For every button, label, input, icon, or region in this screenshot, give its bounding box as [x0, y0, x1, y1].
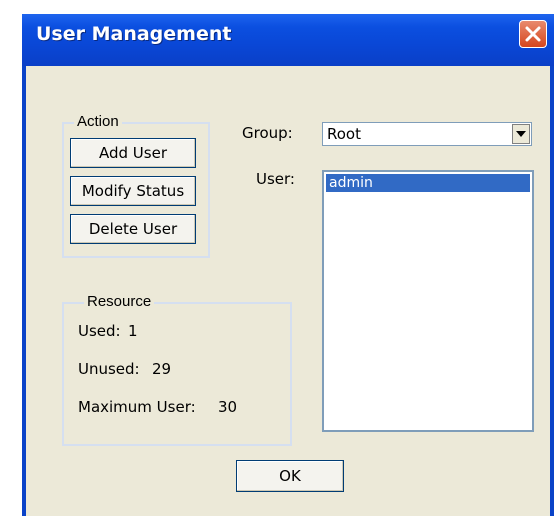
action-groupbox: Action Add User Modify Status Delete Use…: [62, 113, 210, 258]
maximum-user-label: Maximum User:: [78, 398, 196, 416]
delete-user-button[interactable]: Delete User: [70, 214, 196, 244]
used-label: Used:: [78, 322, 121, 340]
dialog-client-area: Action Add User Modify Status Delete Use…: [26, 66, 550, 516]
close-icon: [525, 26, 541, 42]
user-label: User:: [256, 170, 295, 188]
ok-button[interactable]: OK: [236, 460, 344, 492]
add-user-button[interactable]: Add User: [70, 138, 196, 168]
unused-value: 29: [152, 360, 172, 378]
resource-groupbox: Resource Used: 1 Unused: 29 Maximum User…: [62, 293, 292, 446]
dropdown-arrow-button[interactable]: [512, 124, 530, 144]
maximum-user-value: 30: [218, 398, 238, 416]
group-label: Group:: [242, 124, 293, 142]
modify-status-button[interactable]: Modify Status: [70, 176, 196, 206]
action-legend: Action: [74, 113, 122, 131]
list-item[interactable]: admin: [326, 174, 530, 192]
used-value: 1: [128, 322, 138, 340]
chevron-down-icon: [516, 131, 526, 137]
window-title: User Management: [36, 23, 232, 45]
user-listbox[interactable]: admin: [322, 170, 534, 432]
group-select[interactable]: Root: [322, 122, 532, 146]
close-button[interactable]: [519, 20, 547, 48]
group-selected-value: Root: [327, 125, 361, 143]
unused-label: Unused:: [78, 360, 140, 378]
user-management-window: User Management Action Add User Modify S…: [22, 14, 554, 516]
resource-legend: Resource: [84, 293, 155, 311]
title-bar[interactable]: User Management: [22, 14, 554, 66]
